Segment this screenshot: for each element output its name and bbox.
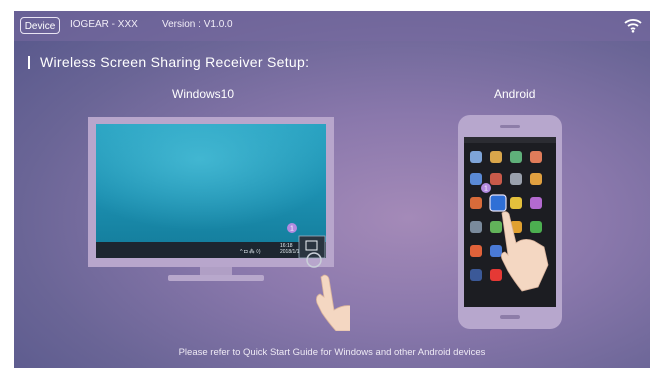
android-phone-illustration: 1 [458, 115, 562, 329]
top-bar: Device IOGEAR - XXX Version : V1.0.0 [14, 11, 650, 41]
wifi-icon [624, 19, 642, 33]
title-accent-bar [28, 56, 30, 69]
svg-text:1: 1 [290, 226, 294, 233]
device-name: IOGEAR - XXX [70, 19, 138, 30]
device-button[interactable]: Device [20, 17, 60, 34]
svg-text:1: 1 [484, 186, 488, 193]
version-label: Version : V1.0.0 [162, 19, 233, 30]
windows-monitor-illustration: ^ ◘ ⁂ ◊) 1 [88, 117, 350, 331]
footer-note: Please refer to Quick Start Guide for Wi… [178, 347, 486, 358]
android-label: Android [494, 87, 536, 101]
taskbar-clock: 16:18 2018/1/1 [280, 243, 299, 255]
setup-screen: Device IOGEAR - XXX Version : V1.0.0 Wir… [14, 11, 650, 368]
svg-text:^ ◘ ⁂ ◊): ^ ◘ ⁂ ◊) [240, 249, 261, 255]
setup-title-text: Wireless Screen Sharing Receiver Setup: [40, 54, 310, 70]
clock-date: 2018/1/1 [280, 249, 300, 255]
windows-label: Windows10 [172, 87, 235, 101]
